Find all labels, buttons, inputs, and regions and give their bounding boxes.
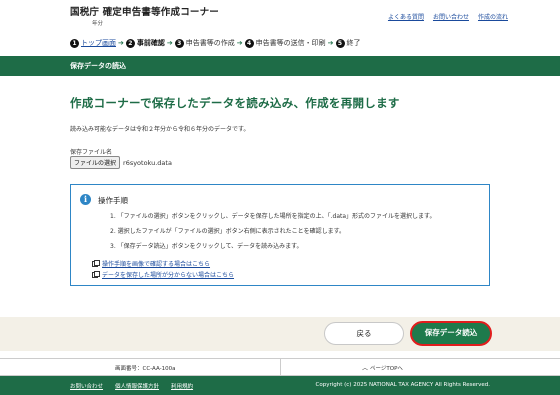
image-guide-link[interactable]: 操作手順を画像で確認する場合はこちら [92, 259, 234, 268]
step-label: 申告書等の送信・印刷 [255, 39, 326, 47]
step-5: 5 終了 [335, 38, 361, 48]
copyright: Copyright (c) 2025 NATIONAL TAX AGENCY A… [315, 382, 490, 388]
step-label: 終了 [346, 39, 361, 47]
step-number: 3 [174, 38, 184, 48]
info-icon: i [80, 194, 91, 205]
step-indicator: 1 トップ画面 ➔ 2 事前確認 ➔ 3 申告書等の作成 ➔ 4 申告書等の送信… [70, 38, 361, 48]
info-bar: 画面番号：CC-AA-100a ︿ ページTOPへ [0, 358, 560, 376]
save-location-link[interactable]: データを保存した場所が分からない場合はこちら [92, 270, 234, 279]
arrow-right-icon: ➔ [236, 39, 243, 47]
step-1[interactable]: 1 トップ画面 [70, 38, 116, 48]
step-2: 2 事前確認 [125, 38, 165, 48]
procedure-title: 操作手順 [98, 196, 128, 205]
step-label: 申告書等の作成 [185, 39, 235, 47]
site-title: 国税庁 確定申告書等作成コーナー [70, 7, 220, 18]
page-top-link[interactable]: ︿ ページTOPへ [362, 363, 403, 372]
availability-note: 読み込み可能なデータは令和２年分から令和６年分のデータです。 [70, 126, 250, 133]
site-footer: お問い合わせ 個人情報保護方針 利用規約 Copyright (c) 2025 … [0, 376, 560, 395]
step-3: 3 申告書等の作成 [174, 38, 235, 48]
back-button[interactable]: 戻る [324, 322, 404, 345]
action-area: 戻る 保存データ読込 [0, 317, 560, 351]
header-links: よくある質問 お問い合わせ 作成の流れ [388, 12, 508, 21]
arrow-right-icon: ➔ [327, 39, 334, 47]
site-header: 国税庁 確定申告書等作成コーナー 年分 よくある質問 お問い合わせ 作成の流れ [0, 0, 560, 34]
procedure-step: 1. 「ファイルの選択」ボタンをクリックし、データを保存した場所を指定の上、「.… [110, 213, 436, 220]
arrow-right-icon: ➔ [166, 39, 173, 47]
flow-link[interactable]: 作成の流れ [478, 12, 508, 21]
procedure-links: 操作手順を画像で確認する場合はこちら データを保存した場所が分からない場合はこち… [92, 259, 234, 281]
step-4: 4 申告書等の送信・印刷 [244, 38, 326, 48]
step-label: 事前確認 [136, 39, 165, 47]
step-number: 1 [70, 38, 79, 48]
selected-file-name: r6syotoku.data [123, 158, 172, 167]
page-heading: 作成コーナーで保存したデータを読み込み、作成を再開します [70, 96, 400, 110]
step-number: 5 [335, 38, 345, 48]
step-number: 4 [244, 38, 254, 48]
step-label[interactable]: トップ画面 [81, 38, 116, 48]
year-label: 年分 [92, 21, 104, 27]
footer-links: お問い合わせ 個人情報保護方針 利用規約 [70, 382, 193, 390]
faq-link[interactable]: よくある質問 [388, 12, 424, 21]
external-window-icon [92, 259, 100, 267]
divider [280, 359, 281, 375]
page-top-label[interactable]: ページTOPへ [370, 364, 403, 372]
load-saved-data-button[interactable]: 保存データ読込 [410, 321, 492, 346]
link-text[interactable]: データを保存した場所が分からない場合はこちら [102, 270, 234, 279]
procedure-step: 3. 「保存データ読込」ボタンをクリックして、データを読み込みます。 [110, 243, 303, 250]
terms-link[interactable]: 利用規約 [171, 382, 193, 390]
arrow-right-icon: ➔ [118, 39, 124, 47]
privacy-policy-link[interactable]: 個人情報保護方針 [115, 382, 159, 390]
chevron-up-icon: ︿ [362, 365, 369, 372]
file-input: ファイルの選択 r6syotoku.data [70, 156, 172, 169]
procedure-step: 2. 選択したファイルが「ファイルの選択」ボタン右側に表示されたことを確認します… [110, 228, 346, 235]
choose-file-button[interactable]: ファイルの選択 [70, 156, 121, 169]
contact-link[interactable]: お問い合わせ [433, 12, 469, 21]
section-title-bar: 保存データの読込 [0, 56, 560, 76]
procedure-steps: 1. 「ファイルの選択」ボタンをクリックし、データを保存した場所を指定の上、「.… [110, 213, 435, 258]
section-title: 保存データの読込 [70, 62, 126, 70]
file-label: 保存ファイル名 [70, 149, 113, 156]
external-window-icon [92, 270, 100, 278]
screen-number: 画面番号：CC-AA-100a [115, 366, 176, 372]
step-number: 2 [125, 38, 135, 48]
procedure-box: i 操作手順 1. 「ファイルの選択」ボタンをクリックし、データを保存した場所を… [70, 184, 490, 286]
footer-contact-link[interactable]: お問い合わせ [70, 382, 103, 390]
link-text[interactable]: 操作手順を画像で確認する場合はこちら [102, 259, 210, 268]
